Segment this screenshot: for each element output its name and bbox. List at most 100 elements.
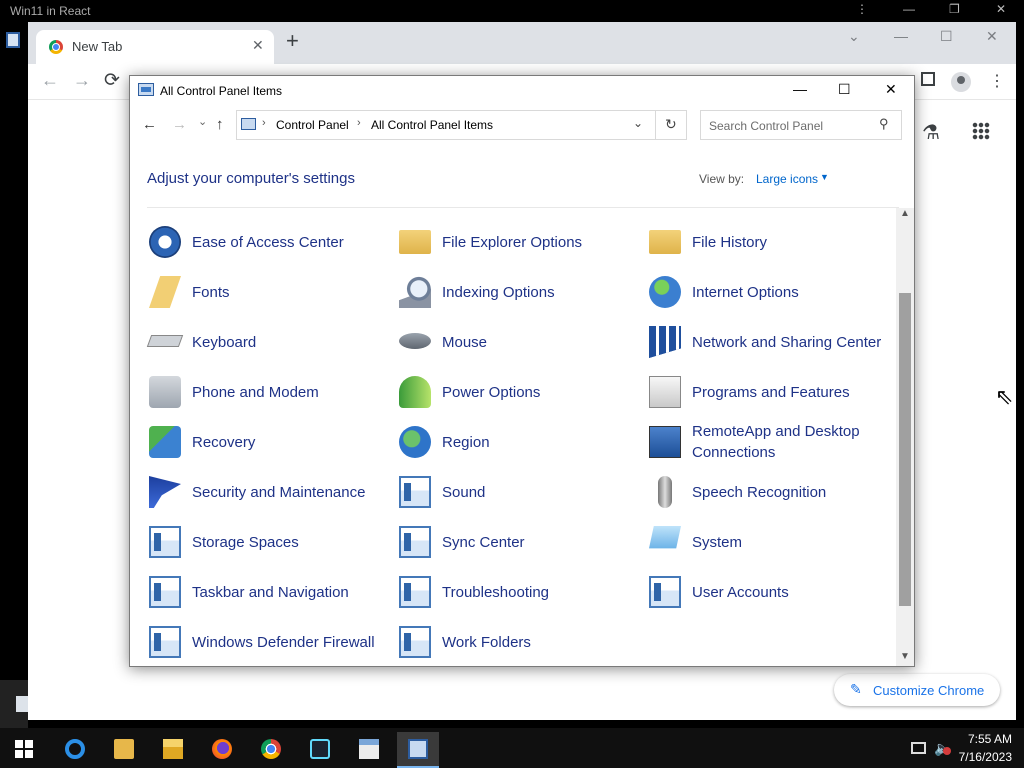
- cp-item-storage[interactable]: Storage Spaces: [149, 519, 389, 565]
- cp-item-recovery[interactable]: Recovery: [149, 419, 389, 465]
- recent-locations-icon[interactable]: ⌄: [198, 115, 207, 128]
- host-minimize-icon[interactable]: —: [903, 2, 915, 16]
- breadcrumb-all-items[interactable]: All Control Panel Items: [371, 118, 493, 132]
- cp-item-fonts[interactable]: Fonts: [149, 269, 389, 315]
- host-menu-icon[interactable]: ⋮: [856, 2, 868, 16]
- cp-item-sound[interactable]: Sound: [399, 469, 639, 515]
- cp-item-power[interactable]: Power Options: [399, 369, 639, 415]
- start-button-icon[interactable]: [15, 740, 33, 758]
- cp-address-row: ← → ⌄ ↑ › Control Panel › All Control Pa…: [130, 106, 914, 146]
- breadcrumb-separator[interactable]: ›: [262, 117, 266, 129]
- network-icon[interactable]: [911, 742, 926, 754]
- scroll-down-icon[interactable]: ▼: [900, 651, 910, 662]
- clock-time[interactable]: 7:55 AM: [962, 732, 1012, 746]
- taskbar-terminal[interactable]: [348, 732, 390, 768]
- chrome-close-button[interactable]: ✕: [986, 28, 998, 45]
- host-restore-icon[interactable]: ❐: [949, 2, 960, 16]
- cp-item-troubleshooting[interactable]: Troubleshooting: [399, 569, 639, 615]
- refresh-button[interactable]: ↻: [655, 110, 687, 140]
- cp-item-taskbar[interactable]: Taskbar and Navigation: [149, 569, 389, 615]
- host-title: Win11 in React: [10, 4, 91, 18]
- reload-icon[interactable]: ⟳: [104, 69, 120, 92]
- labs-flask-icon[interactable]: ⚗: [922, 120, 940, 145]
- up-arrow-icon[interactable]: ↑: [216, 116, 224, 133]
- shield-icon[interactable]: [6, 32, 20, 48]
- microphone-icon: [658, 476, 672, 508]
- file-explorer-icon: [163, 739, 183, 759]
- troubleshooting-icon: [399, 576, 431, 608]
- cp-item-label: Region: [442, 433, 490, 451]
- back-icon[interactable]: ←: [41, 70, 59, 91]
- region-icon: [399, 426, 431, 458]
- tab-search-icon[interactable]: ⌄: [848, 28, 860, 45]
- media-player-icon: [114, 739, 134, 759]
- window-preview-icon: [16, 696, 28, 712]
- cp-item-firewall[interactable]: Windows Defender Firewall: [149, 619, 389, 665]
- cp-item-phone[interactable]: Phone and Modem: [149, 369, 389, 415]
- cp-item-internet[interactable]: Internet Options: [649, 269, 889, 315]
- cp-item-network[interactable]: Network and Sharing Center: [649, 319, 889, 365]
- scroll-up-icon[interactable]: ▲: [900, 208, 910, 219]
- cp-item-region[interactable]: Region: [399, 419, 639, 465]
- host-titlebar: Win11 in React ⋮ — ❐ ✕: [0, 0, 1024, 22]
- taskbar-internet-explorer[interactable]: [54, 732, 96, 768]
- taskbar-file-explorer[interactable]: [152, 732, 194, 768]
- chrome-tabbar: New Tab ✕ + ⌄ — ☐ ✕: [28, 22, 1016, 64]
- cp-item-ease-of-access[interactable]: Ease of Access Center: [149, 219, 389, 265]
- caret-down-icon[interactable]: ▼: [820, 172, 829, 182]
- host-close-icon[interactable]: ✕: [996, 2, 1006, 16]
- side-panel-icon[interactable]: [921, 72, 935, 86]
- chrome-maximize-button[interactable]: ☐: [940, 28, 953, 45]
- forward-icon[interactable]: →: [73, 70, 91, 91]
- scrollbar-thumb[interactable]: [899, 293, 911, 606]
- forward-arrow-icon[interactable]: →: [172, 116, 187, 133]
- search-icon[interactable]: ⚲: [879, 116, 889, 132]
- cp-maximize-button[interactable]: ☐: [838, 81, 851, 98]
- close-tab-icon[interactable]: ✕: [252, 37, 264, 54]
- cp-minimize-button[interactable]: —: [793, 81, 807, 97]
- breadcrumb-separator[interactable]: ›: [357, 117, 361, 129]
- cp-item-label: Internet Options: [692, 283, 799, 301]
- cp-item-microphone[interactable]: Speech Recognition: [649, 469, 889, 515]
- phone-icon: [149, 376, 181, 408]
- cp-item-remote[interactable]: RemoteApp and Desktop Connections: [649, 419, 889, 465]
- cp-item-work-folders[interactable]: Work Folders: [399, 619, 639, 665]
- cp-item-indexing[interactable]: Indexing Options: [399, 269, 639, 315]
- view-by-dropdown[interactable]: Large icons: [756, 172, 818, 186]
- taskbar-strip: [0, 680, 28, 728]
- taskbar-react[interactable]: [299, 732, 341, 768]
- apps-grid-icon[interactable]: [972, 122, 990, 140]
- customize-chrome-button[interactable]: ✎ Customize Chrome: [834, 674, 1000, 706]
- cp-titlebar[interactable]: All Control Panel Items — ☐ ✕: [130, 76, 914, 106]
- cp-item-user-accounts[interactable]: User Accounts: [649, 569, 889, 615]
- storage-icon: [149, 526, 181, 558]
- cp-close-button[interactable]: ✕: [885, 81, 897, 98]
- breadcrumb-control-panel[interactable]: Control Panel: [276, 118, 349, 132]
- cp-item-file-history[interactable]: File History: [649, 219, 889, 265]
- address-bar[interactable]: › Control Panel › All Control Panel Item…: [236, 110, 687, 140]
- taskbar-firefox[interactable]: [201, 732, 243, 768]
- clock-date[interactable]: 7/16/2023: [952, 750, 1012, 764]
- file-history-icon: [649, 230, 681, 254]
- chrome-menu-icon[interactable]: ⋮: [989, 71, 1005, 91]
- cp-item-folder-options[interactable]: File Explorer Options: [399, 219, 639, 265]
- cp-item-security[interactable]: Security and Maintenance: [149, 469, 389, 515]
- cp-item-keyboard[interactable]: Keyboard: [146, 319, 389, 365]
- back-arrow-icon[interactable]: ←: [142, 116, 157, 133]
- chrome-tab-new-tab[interactable]: New Tab ✕: [36, 30, 274, 64]
- cp-item-programs[interactable]: Programs and Features: [649, 369, 889, 415]
- new-tab-button[interactable]: +: [286, 30, 299, 52]
- taskbar-media-player[interactable]: [103, 732, 145, 768]
- taskbar-control-panel[interactable]: [397, 732, 439, 768]
- vertical-scrollbar[interactable]: ▲ ▼: [896, 208, 914, 666]
- chrome-minimize-button[interactable]: —: [894, 28, 908, 44]
- cp-item-system[interactable]: System: [649, 519, 889, 565]
- chevron-down-icon[interactable]: ⌄: [633, 116, 643, 130]
- cp-item-label: Work Folders: [442, 633, 531, 651]
- cp-item-sync[interactable]: Sync Center: [399, 519, 639, 565]
- taskbar-chrome[interactable]: [250, 732, 292, 768]
- firewall-icon: [149, 626, 181, 658]
- search-input[interactable]: Search Control Panel ⚲: [700, 110, 902, 140]
- profile-avatar[interactable]: [951, 72, 971, 92]
- cp-item-mouse[interactable]: Mouse: [399, 319, 639, 365]
